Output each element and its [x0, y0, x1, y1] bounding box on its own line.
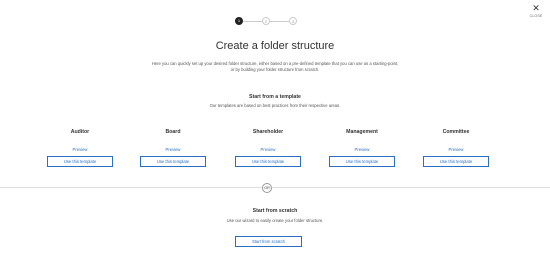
template-card-shareholder: Shareholder Preview Use this template — [233, 129, 303, 167]
preview-link[interactable]: Preview — [421, 147, 491, 153]
template-card-auditor: Auditor Preview Use this template — [45, 129, 115, 167]
template-name: Board — [165, 129, 181, 135]
use-template-button[interactable]: Use this template — [235, 156, 301, 167]
template-section-title: Start from a template — [249, 94, 301, 100]
preview-link[interactable]: Preview — [138, 147, 208, 153]
template-section-subtitle: Our templates are based on best practice… — [209, 103, 341, 108]
template-name: Management — [346, 129, 378, 135]
step-2: 2 — [262, 17, 270, 25]
progress-stepper: 1 2 3 — [232, 17, 302, 27]
close-icon: ✕ — [532, 3, 540, 13]
close-label: CLOSE — [529, 14, 543, 18]
intro-text: Here you can quickly set up your desired… — [151, 61, 399, 72]
preview-link[interactable]: Preview — [233, 147, 303, 153]
stepper-connector — [243, 21, 262, 22]
template-name: Committee — [442, 129, 470, 135]
template-card-management: Management Preview Use this template — [327, 129, 397, 167]
stepper-connector — [270, 21, 289, 22]
step-3: 3 — [289, 17, 297, 25]
template-card-committee: Committee Preview Use this template — [421, 129, 491, 167]
use-template-button[interactable]: Use this template — [47, 156, 113, 167]
use-template-button[interactable]: Use this template — [329, 156, 395, 167]
preview-link[interactable]: Preview — [327, 147, 397, 153]
page-title: Create a folder structure — [215, 40, 335, 52]
close-button[interactable]: ✕ CLOSE — [528, 3, 544, 19]
section-divider — [0, 187, 550, 188]
or-badge: OR — [262, 183, 272, 193]
use-template-button[interactable]: Use this template — [140, 156, 206, 167]
scratch-section-title: Start from scratch — [252, 208, 298, 214]
start-from-scratch-button[interactable]: Start from scratch — [235, 236, 302, 247]
template-name: Auditor — [70, 129, 90, 135]
preview-link[interactable]: Preview — [45, 147, 115, 153]
template-card-board: Board Preview Use this template — [138, 129, 208, 167]
scratch-section-description: Use our wizard to easily create your fol… — [226, 218, 324, 223]
use-template-button[interactable]: Use this template — [423, 156, 489, 167]
step-1: 1 — [235, 17, 243, 25]
template-name: Shareholder — [252, 129, 284, 135]
